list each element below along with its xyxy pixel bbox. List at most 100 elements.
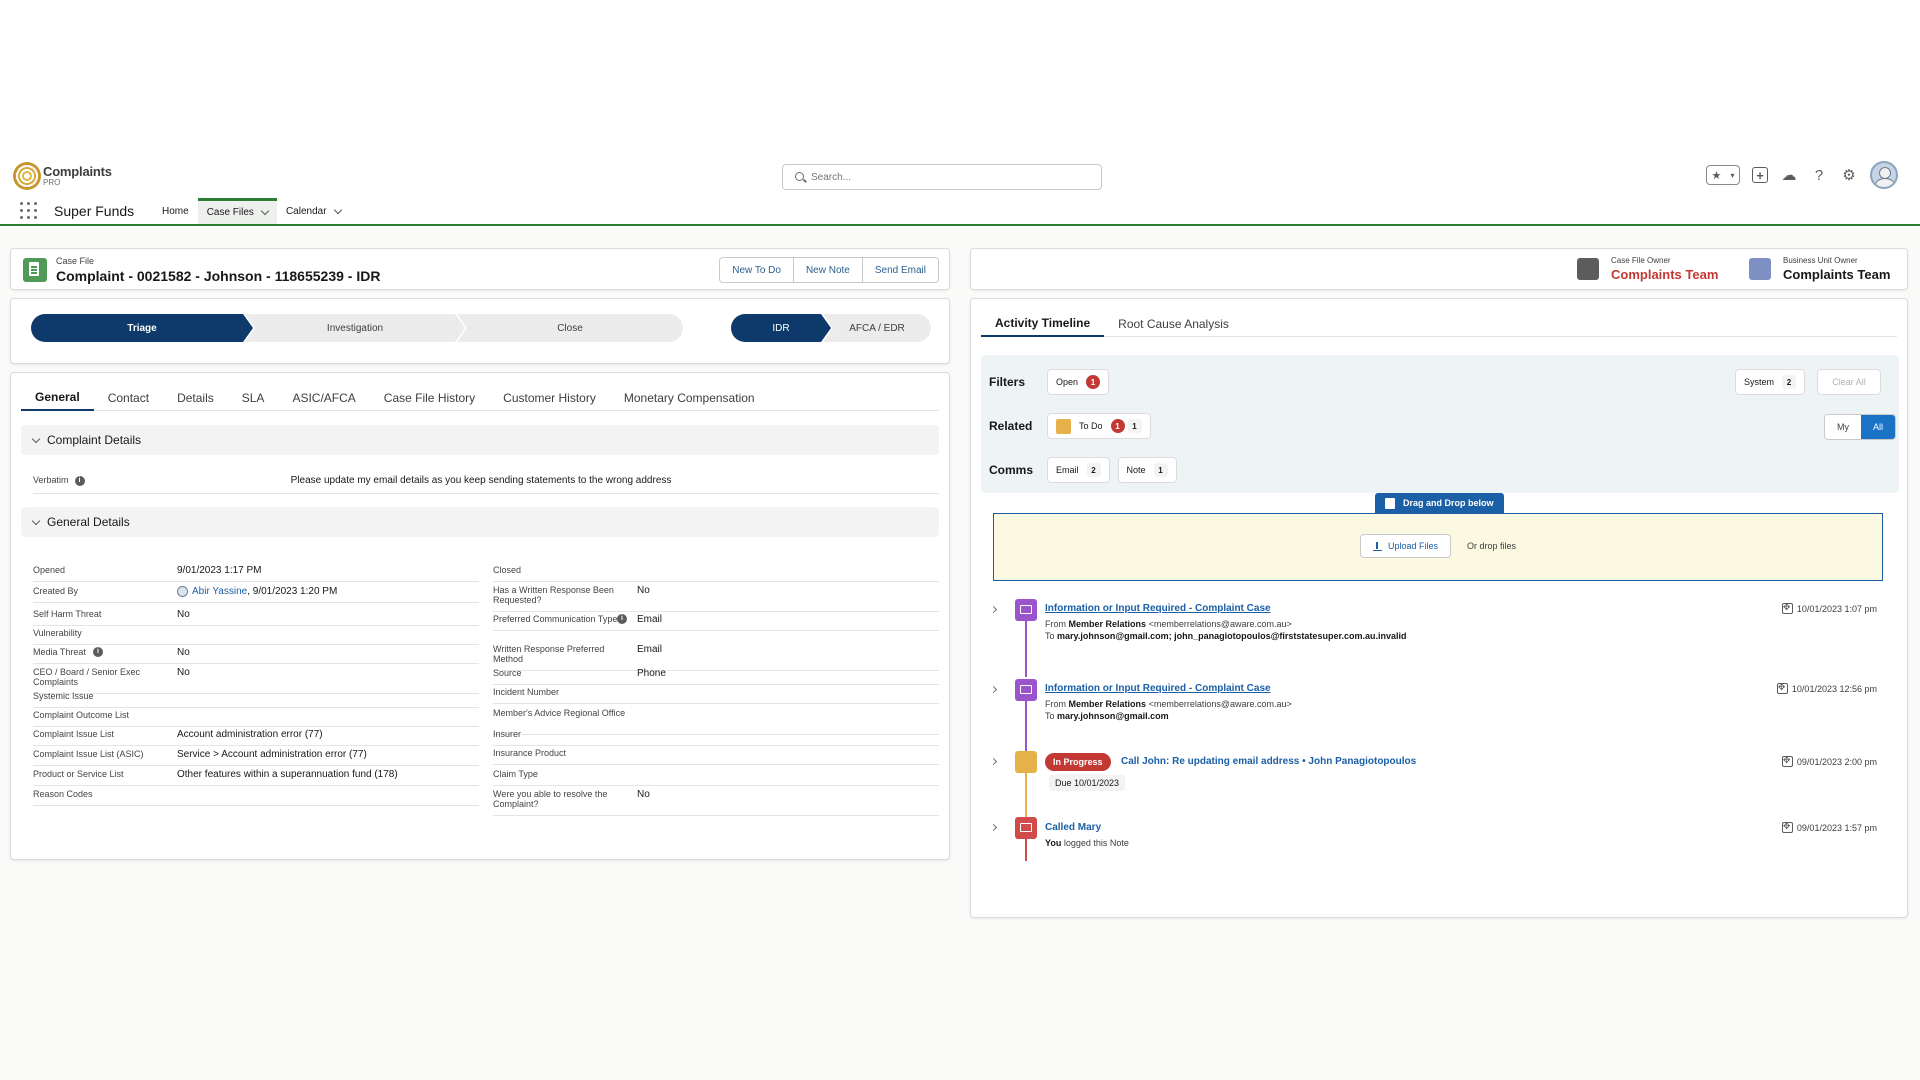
- timeline-connector: [1025, 621, 1027, 677]
- field-label-text: Written Response Preferred Method: [493, 644, 605, 664]
- new-todo-button[interactable]: New To Do: [720, 258, 793, 282]
- chevron-down-icon[interactable]: [260, 206, 270, 216]
- field-divider: [493, 581, 939, 582]
- path-step-close[interactable]: Close: [457, 314, 683, 342]
- workspace: Case File Complaint - 0021582 - Johnson …: [0, 228, 1920, 1080]
- chevron-right-icon[interactable]: [989, 685, 998, 694]
- note-icon: [1015, 817, 1037, 839]
- case-owner-label: Case File Owner: [1611, 256, 1671, 265]
- path-stage-idr[interactable]: IDR: [731, 314, 831, 342]
- field-label-text: Insurance Product: [493, 748, 567, 758]
- bu-owner-value[interactable]: Complaints Team: [1783, 267, 1890, 282]
- expand-icon[interactable]: [1776, 682, 1788, 694]
- tab-asic-afca[interactable]: ASIC/AFCA: [278, 385, 369, 411]
- user-avatar-icon: [177, 586, 188, 597]
- global-header: Complaints PRO ★ ▾ + ☁ ? ⚙: [0, 154, 1920, 198]
- field-label: Systemic Issue: [33, 691, 173, 701]
- complaints-pro-logo[interactable]: [13, 162, 41, 190]
- nav-home[interactable]: Home: [153, 198, 198, 224]
- or-drop-files: Or drop files: [1467, 541, 1517, 551]
- drag-drop-label: Drag and Drop below: [1403, 498, 1494, 508]
- new-note-button[interactable]: New Note: [792, 258, 862, 282]
- field-value: No: [177, 667, 190, 679]
- general-details-header[interactable]: General Details: [21, 507, 939, 537]
- nav-calendar[interactable]: Calendar: [277, 198, 350, 224]
- note-label: Note: [1126, 465, 1146, 475]
- trailhead-icon[interactable]: ☁: [1780, 166, 1798, 184]
- timeline-title[interactable]: Call John: Re updating email address • J…: [1121, 756, 1416, 767]
- info-icon[interactable]: i: [93, 647, 103, 657]
- tab-contact[interactable]: Contact: [94, 385, 163, 411]
- timeline-title[interactable]: Information or Input Required - Complain…: [1045, 683, 1271, 694]
- info-icon[interactable]: i: [617, 614, 627, 624]
- field-label: Complaint Outcome List: [33, 710, 173, 720]
- field-label-text: Reason Codes: [33, 789, 93, 799]
- help-icon[interactable]: ?: [1810, 166, 1828, 184]
- tab-details[interactable]: Details: [163, 385, 228, 411]
- favorites-button[interactable]: ★ ▾: [1706, 165, 1740, 185]
- detail-tabs: General Contact Details SLA ASIC/AFCA Ca…: [21, 385, 939, 411]
- global-actions-icon[interactable]: +: [1752, 167, 1768, 183]
- expand-icon[interactable]: [1781, 602, 1793, 614]
- field-label-text: Complaint Issue List: [33, 729, 115, 739]
- nav-case-files[interactable]: Case Files: [197, 198, 277, 224]
- path-step-triage[interactable]: Triage: [31, 314, 253, 342]
- all-toggle[interactable]: All: [1861, 415, 1896, 439]
- chevron-right-icon[interactable]: [989, 757, 998, 766]
- file-drop-zone[interactable]: Upload Files Or drop files: [993, 513, 1883, 581]
- upload-files-button[interactable]: Upload Files: [1360, 534, 1452, 558]
- field-label: Product or Service List: [33, 769, 173, 779]
- clear-all-button[interactable]: Clear All: [1817, 369, 1881, 395]
- search-input[interactable]: [811, 169, 1091, 185]
- filter-system-chip[interactable]: System 2: [1735, 369, 1806, 395]
- case-file-icon: [23, 258, 47, 282]
- field-label-text: Self Harm Threat: [33, 609, 102, 619]
- app-launcher-icon[interactable]: [20, 202, 37, 219]
- expand-icon[interactable]: [1781, 821, 1793, 833]
- chevron-right-icon[interactable]: [989, 823, 998, 832]
- complaint-details-header[interactable]: Complaint Details: [21, 425, 939, 455]
- field-label-text: Product or Service List: [33, 769, 124, 779]
- case-owner-value[interactable]: Complaints Team: [1611, 267, 1718, 282]
- timeline-title[interactable]: Called Mary: [1045, 822, 1101, 833]
- field-label: CEO / Board / Senior Exec Complaints: [33, 667, 173, 687]
- filter-email-chip[interactable]: Email 2: [1047, 457, 1110, 483]
- field-label: Vulnerability: [33, 628, 173, 638]
- field-value-text: Phone: [637, 668, 666, 679]
- app-name: Super Funds: [54, 203, 135, 219]
- tab-sla[interactable]: SLA: [228, 385, 279, 411]
- todo-label: To Do: [1079, 421, 1103, 431]
- filter-open-chip[interactable]: Open 1: [1047, 369, 1110, 395]
- system-count-badge: 2: [1782, 375, 1797, 389]
- note-action: logged this Note: [1063, 838, 1129, 848]
- field-label-text: CEO / Board / Senior Exec Complaints: [33, 667, 141, 687]
- timeline-title[interactable]: Information or Input Required - Complain…: [1045, 603, 1271, 614]
- user-avatar[interactable]: [1870, 161, 1898, 189]
- expand-icon[interactable]: [1781, 755, 1793, 767]
- gear-icon[interactable]: ⚙: [1840, 166, 1858, 184]
- path-stage-afca[interactable]: AFCA / EDR: [823, 314, 931, 342]
- to-value: mary.johnson@gmail.com: [1057, 711, 1169, 721]
- send-email-button[interactable]: Send Email: [861, 258, 938, 282]
- timeline-date: 09/01/2023 1:57 pm: [1781, 821, 1877, 833]
- tab-customer-history[interactable]: Customer History: [489, 385, 610, 411]
- created-by-user-link[interactable]: Abir Yassine: [192, 586, 247, 597]
- from-name: Member Relations: [1068, 619, 1147, 629]
- filter-todo-chip[interactable]: To Do 1 1: [1047, 413, 1151, 439]
- tab-monetary-compensation[interactable]: Monetary Compensation: [610, 385, 769, 411]
- global-search[interactable]: [782, 164, 1102, 190]
- tab-activity-timeline[interactable]: Activity Timeline: [981, 311, 1105, 337]
- my-all-toggle: My All: [1824, 414, 1897, 440]
- record-actions: New To Do New Note Send Email: [719, 257, 939, 283]
- path-step-investigation[interactable]: Investigation: [245, 314, 465, 342]
- tab-case-file-history[interactable]: Case File History: [370, 385, 489, 411]
- chevron-down-icon[interactable]: [333, 205, 342, 214]
- tab-general[interactable]: General: [21, 385, 94, 411]
- field-divider: [493, 684, 939, 685]
- email-count-badge: 2: [1086, 463, 1101, 477]
- my-toggle[interactable]: My: [1825, 415, 1861, 439]
- chevron-right-icon[interactable]: [989, 605, 998, 614]
- tab-root-cause-analysis[interactable]: Root Cause Analysis: [1104, 311, 1243, 337]
- filter-note-chip[interactable]: Note 1: [1117, 457, 1177, 483]
- field-label: Member's Advice Regional Office: [493, 708, 633, 718]
